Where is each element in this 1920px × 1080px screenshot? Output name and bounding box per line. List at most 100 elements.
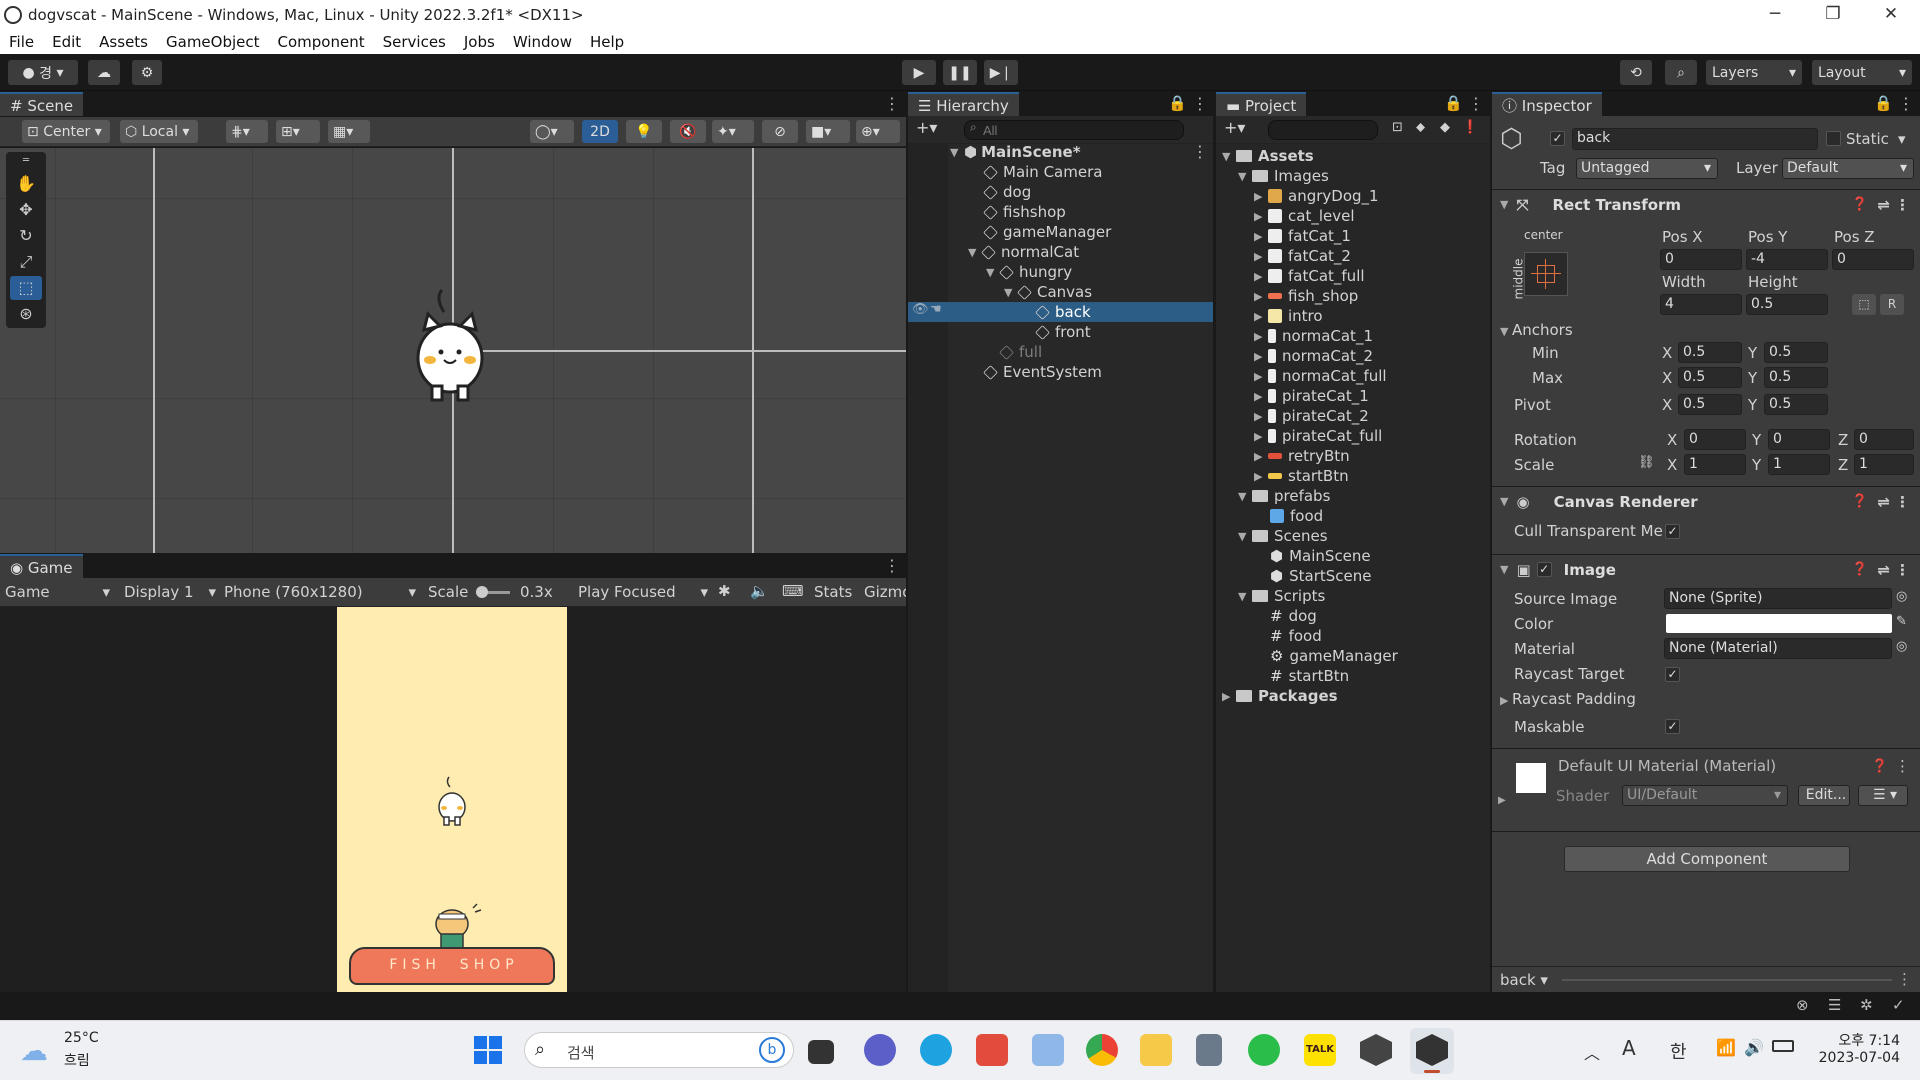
object-name-field[interactable]: back — [1572, 128, 1818, 150]
asset-item[interactable]: ▶ cat_level — [1254, 206, 1355, 226]
pause-button[interactable]: ❚❚ — [943, 60, 977, 85]
lighting-icon[interactable]: 💡 — [626, 120, 662, 143]
footer-object-dropdown[interactable]: back ▾ — [1500, 971, 1548, 989]
volume-icon[interactable]: 🔊 — [1744, 1038, 1764, 1057]
asset-item[interactable]: ▶ pirateCat_2 — [1254, 406, 1369, 426]
show-hidden-icons-chevron-icon[interactable]: ︿ — [1584, 1040, 1600, 1064]
image-component-header[interactable]: ▼ ▣ ✓ Image ❓ ⇌ ⋮ — [1492, 554, 1920, 584]
pivot-dropdown[interactable]: ⊡ Center ▾ — [22, 120, 110, 143]
scene-root-row[interactable]: ▼ ⬢ MainScene* — [950, 142, 1081, 162]
cloud-icon[interactable]: ☁ — [88, 60, 120, 85]
battery-icon[interactable] — [1772, 1040, 1794, 1052]
taskbar-search-box[interactable]: ⌕ 검색 b — [524, 1032, 794, 1068]
pivot-y-field[interactable]: 0.5 — [1764, 394, 1828, 415]
project-create-button[interactable]: +▾ — [1224, 118, 1245, 137]
footer-menu-icon[interactable]: ⋮ — [1897, 970, 1912, 988]
stats-button[interactable]: Stats — [814, 583, 852, 601]
scale-y-field[interactable]: 1 — [1768, 454, 1830, 475]
anchor-max-x-field[interactable]: 0.5 — [1678, 367, 1742, 388]
asset-item[interactable]: ▶ pirateCat_1 — [1254, 386, 1369, 406]
bug-icon[interactable]: ✱ — [718, 582, 731, 600]
app-robot-icon[interactable] — [976, 1034, 1008, 1066]
active-checkbox[interactable]: ✓ — [1550, 131, 1565, 146]
folder-scripts[interactable]: ▼ Scripts — [1238, 586, 1325, 606]
asset-item[interactable]: ▶ fatCat_2 — [1254, 246, 1351, 266]
hierarchy-item-canvas[interactable]: ▼ Canvas — [1004, 282, 1092, 302]
blueprint-mode-button[interactable]: ⬚ — [1852, 294, 1876, 315]
asset-item[interactable]: ⬢ StartScene — [1270, 566, 1372, 586]
add-component-button[interactable]: Add Component — [1564, 846, 1850, 872]
tag-dropdown[interactable]: Untagged ▾ — [1576, 158, 1718, 179]
asset-item[interactable]: # food — [1270, 626, 1322, 646]
draw-mode-icon[interactable]: ◯▾ — [530, 120, 574, 143]
hierarchy-item-eventsystem[interactable]: EventSystem — [983, 362, 1102, 382]
shortcuts-icon[interactable]: ⌨ — [782, 582, 804, 600]
scene-visibility-icon[interactable]: ⊘ — [762, 120, 798, 143]
hierarchy-item-full[interactable]: full — [999, 342, 1042, 362]
tab-game[interactable]: ◉ Game — [0, 554, 83, 578]
folder-packages[interactable]: ▶ Packages — [1222, 686, 1338, 706]
hierarchy-item-main-camera[interactable]: Main Camera — [983, 162, 1102, 182]
cache-server-icon[interactable]: ⊗ — [1796, 996, 1809, 1014]
hierarchy-menu-icon[interactable]: ⋮ — [1192, 94, 1208, 113]
scale-slider[interactable] — [476, 586, 510, 598]
debug-icon[interactable]: ✲ — [1860, 996, 1873, 1014]
image-enabled-checkbox[interactable]: ✓ — [1536, 562, 1552, 577]
hierarchy-item-front[interactable]: front — [1035, 322, 1091, 342]
rotate-tool-icon[interactable]: ↻ — [10, 224, 42, 248]
hierarchy-item-normalcat[interactable]: ▼ normalCat — [968, 242, 1079, 262]
asset-item[interactable]: ⚙ gameManager — [1270, 646, 1398, 666]
scene-menu-icon[interactable]: ⋮ — [884, 94, 900, 113]
anchors-foldout[interactable]: ▼ Anchors — [1500, 321, 1573, 339]
help-icon[interactable]: ❓ — [1852, 197, 1868, 212]
close-button[interactable]: ✕ — [1862, 0, 1920, 29]
hierarchy-item-back[interactable]: back — [1035, 302, 1091, 322]
asset-item[interactable]: food — [1270, 506, 1323, 526]
tab-scene[interactable]: # Scene — [0, 92, 84, 116]
anchor-preset-button[interactable] — [1524, 252, 1568, 296]
space-dropdown[interactable]: ⬡ Local ▾ — [120, 120, 198, 143]
help-icon[interactable]: ❓ — [1872, 759, 1888, 774]
play-focus-dropdown[interactable]: Play Focused ▾ — [578, 583, 708, 601]
asset-item[interactable]: ▶ normaCat_1 — [1254, 326, 1373, 346]
static-checkbox[interactable] — [1826, 131, 1841, 146]
asset-item[interactable]: ▶ retryBtn — [1254, 446, 1350, 466]
unity-editor-taskbar-button[interactable] — [1410, 1028, 1454, 1074]
color-swatch[interactable] — [1666, 614, 1892, 633]
help-icon[interactable]: ❓ — [1852, 494, 1868, 509]
drag-handle-icon[interactable]: ═ — [10, 156, 42, 166]
anchor-min-x-field[interactable]: 0.5 — [1678, 342, 1742, 363]
transform-tool-icon[interactable]: ⊛ — [10, 302, 42, 326]
footer-splitter[interactable] — [1562, 979, 1892, 981]
tab-project[interactable]: ▬ Project — [1216, 92, 1307, 116]
canvas-renderer-header[interactable]: ▼ ◉ Canvas Renderer ❓ ⇌ ⋮ — [1492, 486, 1920, 516]
folder-images[interactable]: ▼ Images — [1238, 166, 1329, 186]
kakaotalk-icon[interactable]: TALK — [1304, 1034, 1336, 1066]
asset-item[interactable]: ▶ fatCat_1 — [1254, 226, 1351, 246]
language-indicator[interactable]: 한 — [1670, 1038, 1687, 1064]
stack-icon[interactable]: ☰ — [1828, 996, 1841, 1014]
pivot-x-field[interactable]: 0.5 — [1678, 394, 1742, 415]
anchor-min-y-field[interactable]: 0.5 — [1764, 342, 1828, 363]
preset-icon[interactable]: ⇌ — [1877, 561, 1890, 579]
favorite-tag-icon[interactable]: ◆ — [1440, 120, 1450, 135]
asset-item[interactable]: ▶ pirateCat_full — [1254, 426, 1382, 446]
play-button[interactable]: ▶ — [902, 60, 936, 85]
edit-shader-button[interactable]: Edit... — [1798, 785, 1850, 806]
maskable-checkbox[interactable]: ✓ — [1665, 719, 1680, 734]
gizmos-icon[interactable]: ⊕▾ — [856, 120, 900, 143]
cull-transparent-checkbox[interactable]: ✓ — [1665, 524, 1680, 539]
inspector-lock-icon[interactable]: 🔒 — [1874, 94, 1893, 112]
rect-transform-header[interactable]: ▼ ⤧ Rect Transform ❓ ⇌ ⋮ — [1492, 189, 1920, 219]
rotation-x-field[interactable]: 0 — [1684, 429, 1746, 450]
folder-prefabs[interactable]: ▼ prefabs — [1238, 486, 1330, 506]
grid-visibility-icon[interactable]: ▦▾ — [328, 120, 370, 143]
asset-item[interactable]: ▶ normaCat_full — [1254, 366, 1387, 386]
search-icon[interactable]: ⌕ — [1665, 60, 1697, 85]
asset-item[interactable]: ▶ normaCat_2 — [1254, 346, 1373, 366]
raycast-padding-foldout[interactable]: ▶ Raycast Padding — [1500, 690, 1636, 708]
rotation-z-field[interactable]: 0 — [1854, 429, 1914, 450]
layer-dropdown[interactable]: Default ▾ — [1782, 158, 1914, 179]
raycast-target-checkbox[interactable]: ✓ — [1665, 667, 1680, 682]
windows-start-icon[interactable] — [474, 1036, 502, 1064]
